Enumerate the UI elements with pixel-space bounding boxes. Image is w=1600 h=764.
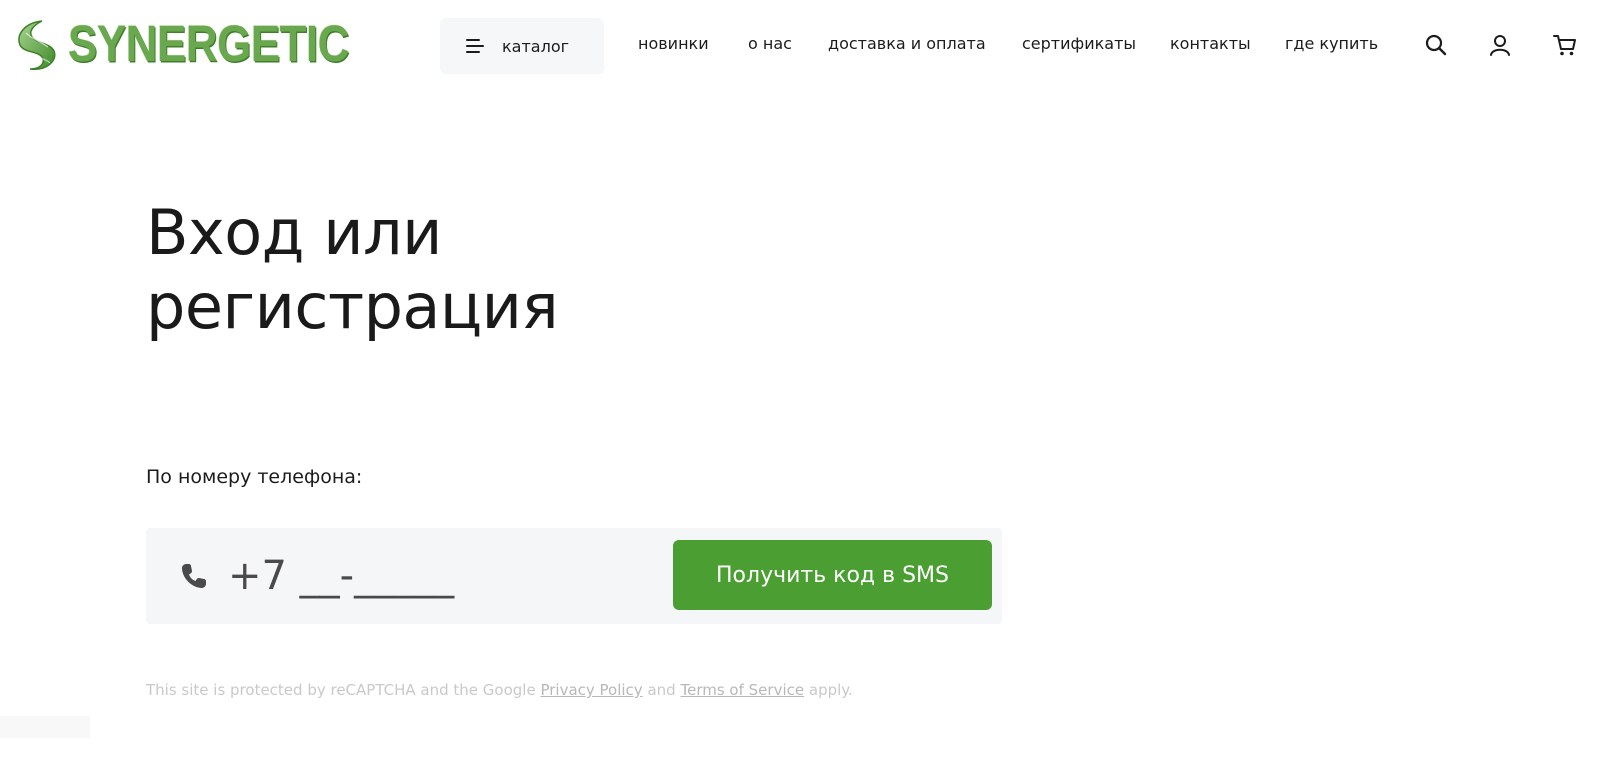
user-icon[interactable] xyxy=(1487,32,1513,58)
nav-item-delivery[interactable]: доставка и оплата xyxy=(828,34,986,58)
recaptcha-notice: This site is protected by reCAPTCHA and … xyxy=(146,681,853,699)
nav-item-where-to-buy[interactable]: где купить xyxy=(1285,34,1378,58)
menu-icon xyxy=(466,39,484,53)
recaptcha-suffix: apply. xyxy=(808,681,853,699)
logo-leaf-icon xyxy=(18,20,56,70)
get-sms-code-button[interactable]: Получить код в SMS xyxy=(673,540,992,610)
site-header: SYNERGETIC каталог новинки о нас доставк… xyxy=(0,0,1600,90)
catalog-button[interactable]: каталог xyxy=(440,18,604,74)
recaptcha-prefix: This site is protected by reCAPTCHA and … xyxy=(146,681,536,699)
search-icon[interactable] xyxy=(1423,32,1449,58)
phone-label: По номеру телефона: xyxy=(146,466,363,488)
nav-item-contacts[interactable]: контакты xyxy=(1170,34,1251,58)
nav-item-certificates[interactable]: сертификаты xyxy=(1022,34,1136,58)
page-title: Вход или регистрация xyxy=(146,196,559,344)
nav-item-new[interactable]: новинки xyxy=(638,34,709,58)
page: SYNERGETIC каталог новинки о нас доставк… xyxy=(0,0,1600,764)
phone-icon xyxy=(182,564,206,588)
page-title-line-2: регистрация xyxy=(146,270,559,343)
catalog-label: каталог xyxy=(502,36,570,56)
cart-icon[interactable] xyxy=(1552,32,1578,58)
logo[interactable]: SYNERGETIC xyxy=(12,14,350,76)
nav-item-about[interactable]: о нас xyxy=(748,34,792,58)
terms-of-service-link[interactable]: Terms of Service xyxy=(680,681,804,699)
corner-overlay xyxy=(0,716,90,738)
privacy-policy-link[interactable]: Privacy Policy xyxy=(540,681,642,699)
page-title-line-1: Вход или xyxy=(146,196,442,269)
phone-input[interactable] xyxy=(228,546,528,606)
logo-text: SYNERGETIC xyxy=(68,16,350,73)
recaptcha-and: and xyxy=(647,681,676,699)
phone-form: Получить код в SMS xyxy=(146,528,1002,624)
